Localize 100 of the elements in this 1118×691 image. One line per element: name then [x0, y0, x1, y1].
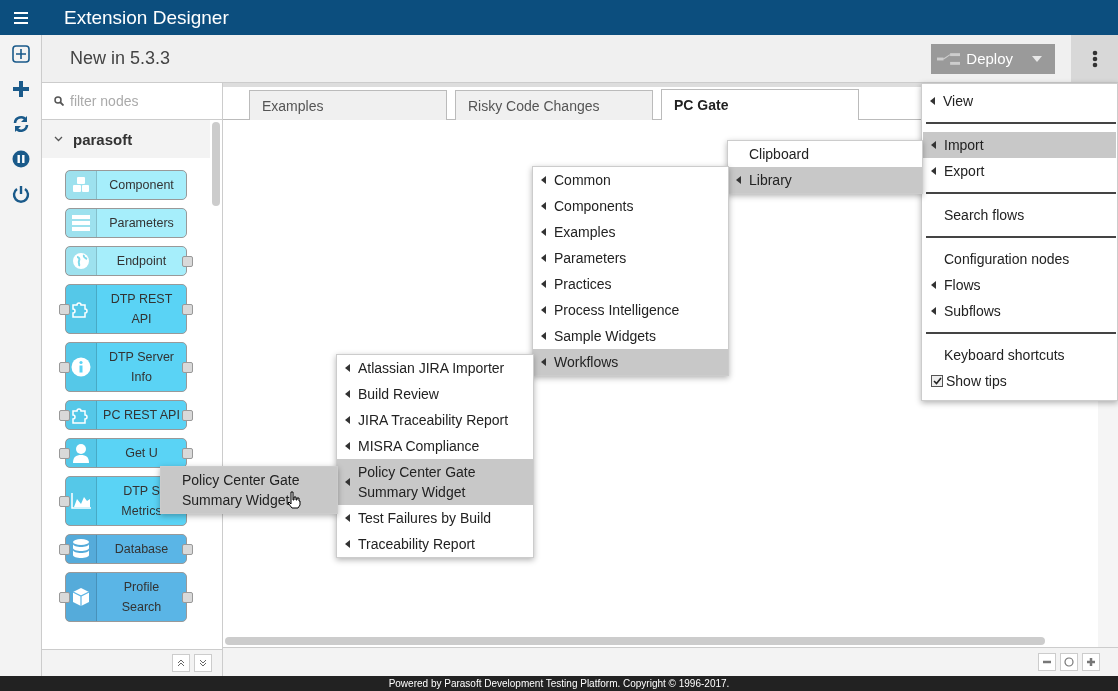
scrollbar-thumb[interactable]	[225, 637, 1045, 645]
chevron-icon	[54, 136, 63, 142]
power-icon[interactable]	[11, 185, 30, 203]
footer-text: Powered by Parasoft Development Testing Platform. Copyright © 1996-2017.	[0, 676, 1118, 691]
expand-all-button[interactable]	[194, 654, 212, 672]
more-menu-button[interactable]	[1071, 35, 1118, 82]
node-label: DTP Server Info	[107, 349, 176, 386]
menu-item[interactable]: Workflows	[533, 349, 728, 375]
caret-icon	[1032, 55, 1042, 62]
menu-item[interactable]: Clipboard	[728, 141, 922, 167]
checkbox[interactable]	[931, 375, 943, 387]
add-square-icon[interactable]	[11, 45, 30, 63]
box-icon	[72, 587, 90, 607]
palette-node[interactable]: Endpoint	[65, 246, 187, 276]
input-port[interactable]	[59, 361, 70, 373]
menu-item[interactable]: Policy Center Gate Summary Widget	[337, 459, 533, 505]
info-icon	[71, 357, 91, 377]
flow-tab[interactable]: PC Gate	[661, 89, 859, 120]
output-port[interactable]	[182, 303, 193, 315]
node-label: Get U	[124, 445, 159, 462]
menu-item[interactable]: Show tips	[923, 368, 1116, 394]
node-label: Profile Search	[120, 579, 163, 616]
menu-item[interactable]: Atlassian JIRA Importer	[337, 355, 533, 381]
zoom-in-button[interactable]	[1082, 653, 1100, 671]
menu-item[interactable]: Configuration nodes	[923, 246, 1116, 272]
collapse-all-button[interactable]	[172, 654, 190, 672]
flow-tab[interactable]: Examples	[249, 90, 447, 120]
palette-node[interactable]: Component	[65, 170, 187, 200]
palette-node[interactable]: Get U	[65, 438, 187, 468]
flow-tab[interactable]: Risky Code Changes	[455, 90, 653, 120]
output-port[interactable]	[182, 361, 193, 373]
input-port[interactable]	[59, 409, 70, 421]
input-port[interactable]	[59, 447, 70, 459]
menu-item[interactable]: Policy Center Gate Summary Widget	[161, 467, 337, 513]
double-chevron-down-icon	[199, 659, 207, 667]
menu-item[interactable]: Search flows	[923, 202, 1116, 228]
output-port[interactable]	[182, 543, 193, 555]
area-chart-icon	[71, 493, 91, 509]
output-port[interactable]	[182, 447, 193, 459]
menu-item[interactable]: Flows	[923, 272, 1116, 298]
palette-node[interactable]: DTP Server Info	[65, 342, 187, 392]
scrollbar-thumb[interactable]	[212, 122, 220, 206]
menu-item[interactable]: Subflows	[923, 298, 1116, 324]
node-label: Component	[108, 177, 175, 194]
menu-item[interactable]: Library	[728, 167, 922, 193]
input-port[interactable]	[59, 495, 70, 507]
menu-item[interactable]: Import	[923, 132, 1116, 158]
menu-icon	[1091, 49, 1098, 68]
menu-item[interactable]: View	[922, 88, 1117, 114]
pause-icon[interactable]	[11, 150, 30, 168]
menu-item[interactable]: Traceability Report	[337, 531, 533, 557]
node-label: PC REST API	[102, 407, 181, 424]
cubes-icon	[72, 176, 90, 194]
menu-item[interactable]: Process Intelligence	[533, 297, 728, 323]
user-icon	[72, 443, 90, 463]
output-port[interactable]	[182, 409, 193, 421]
menu-item[interactable]: Export	[923, 158, 1116, 184]
input-port[interactable]	[59, 543, 70, 555]
node-label: Database	[113, 541, 170, 558]
palette-node[interactable]: DTP REST API	[65, 284, 187, 334]
menu-item[interactable]: Keyboard shortcuts	[923, 342, 1116, 368]
puzzle-icon	[71, 300, 91, 318]
zoom-reset-button[interactable]	[1060, 653, 1078, 671]
palette-node[interactable]: Parameters	[65, 208, 187, 238]
deploy-options-button[interactable]	[1019, 43, 1055, 74]
menu-item[interactable]: MISRA Compliance	[337, 433, 533, 459]
palette-node[interactable]: Profile Search	[65, 572, 187, 622]
list-icon	[72, 215, 90, 231]
menu-item[interactable]: Common	[533, 167, 728, 193]
menu-item[interactable]: Components	[533, 193, 728, 219]
search-icon	[54, 96, 64, 106]
flow-title: New in 5.3.3	[70, 48, 172, 69]
puzzle-icon	[71, 406, 91, 424]
category-label: parasoft	[73, 130, 133, 148]
zoom-out-button[interactable]	[1038, 653, 1056, 671]
globe-icon	[72, 252, 90, 270]
menu-item[interactable]: Examples	[533, 219, 728, 245]
input-port[interactable]	[59, 591, 70, 603]
node-label: Parameters	[108, 215, 175, 232]
filter-field[interactable]: filter nodes	[68, 92, 212, 110]
menu-icon[interactable]	[14, 11, 28, 24]
menu-item[interactable]: Parameters	[533, 245, 728, 271]
refresh-icon[interactable]	[11, 115, 30, 133]
category-header[interactable]: parasoft	[42, 120, 210, 158]
node-label: DTP S Metrics	[120, 483, 163, 520]
menu-item[interactable]: Build Review	[337, 381, 533, 407]
palette-node[interactable]: Database	[65, 534, 187, 564]
flow-icon	[937, 50, 961, 67]
app-title: Extension Designer	[64, 6, 229, 29]
menu-item[interactable]: Test Failures by Build	[337, 505, 533, 531]
input-port[interactable]	[59, 303, 70, 315]
menu-item[interactable]: Practices	[533, 271, 728, 297]
output-port[interactable]	[182, 255, 193, 267]
plus-icon[interactable]	[11, 80, 30, 98]
output-port[interactable]	[182, 591, 193, 603]
menu-item[interactable]: Sample Widgets	[533, 323, 728, 349]
menu-item[interactable]: JIRA Traceability Report	[337, 407, 533, 433]
palette-node[interactable]: PC REST API	[65, 400, 187, 430]
circle-icon	[1064, 657, 1074, 667]
node-label: Endpoint	[115, 253, 168, 270]
